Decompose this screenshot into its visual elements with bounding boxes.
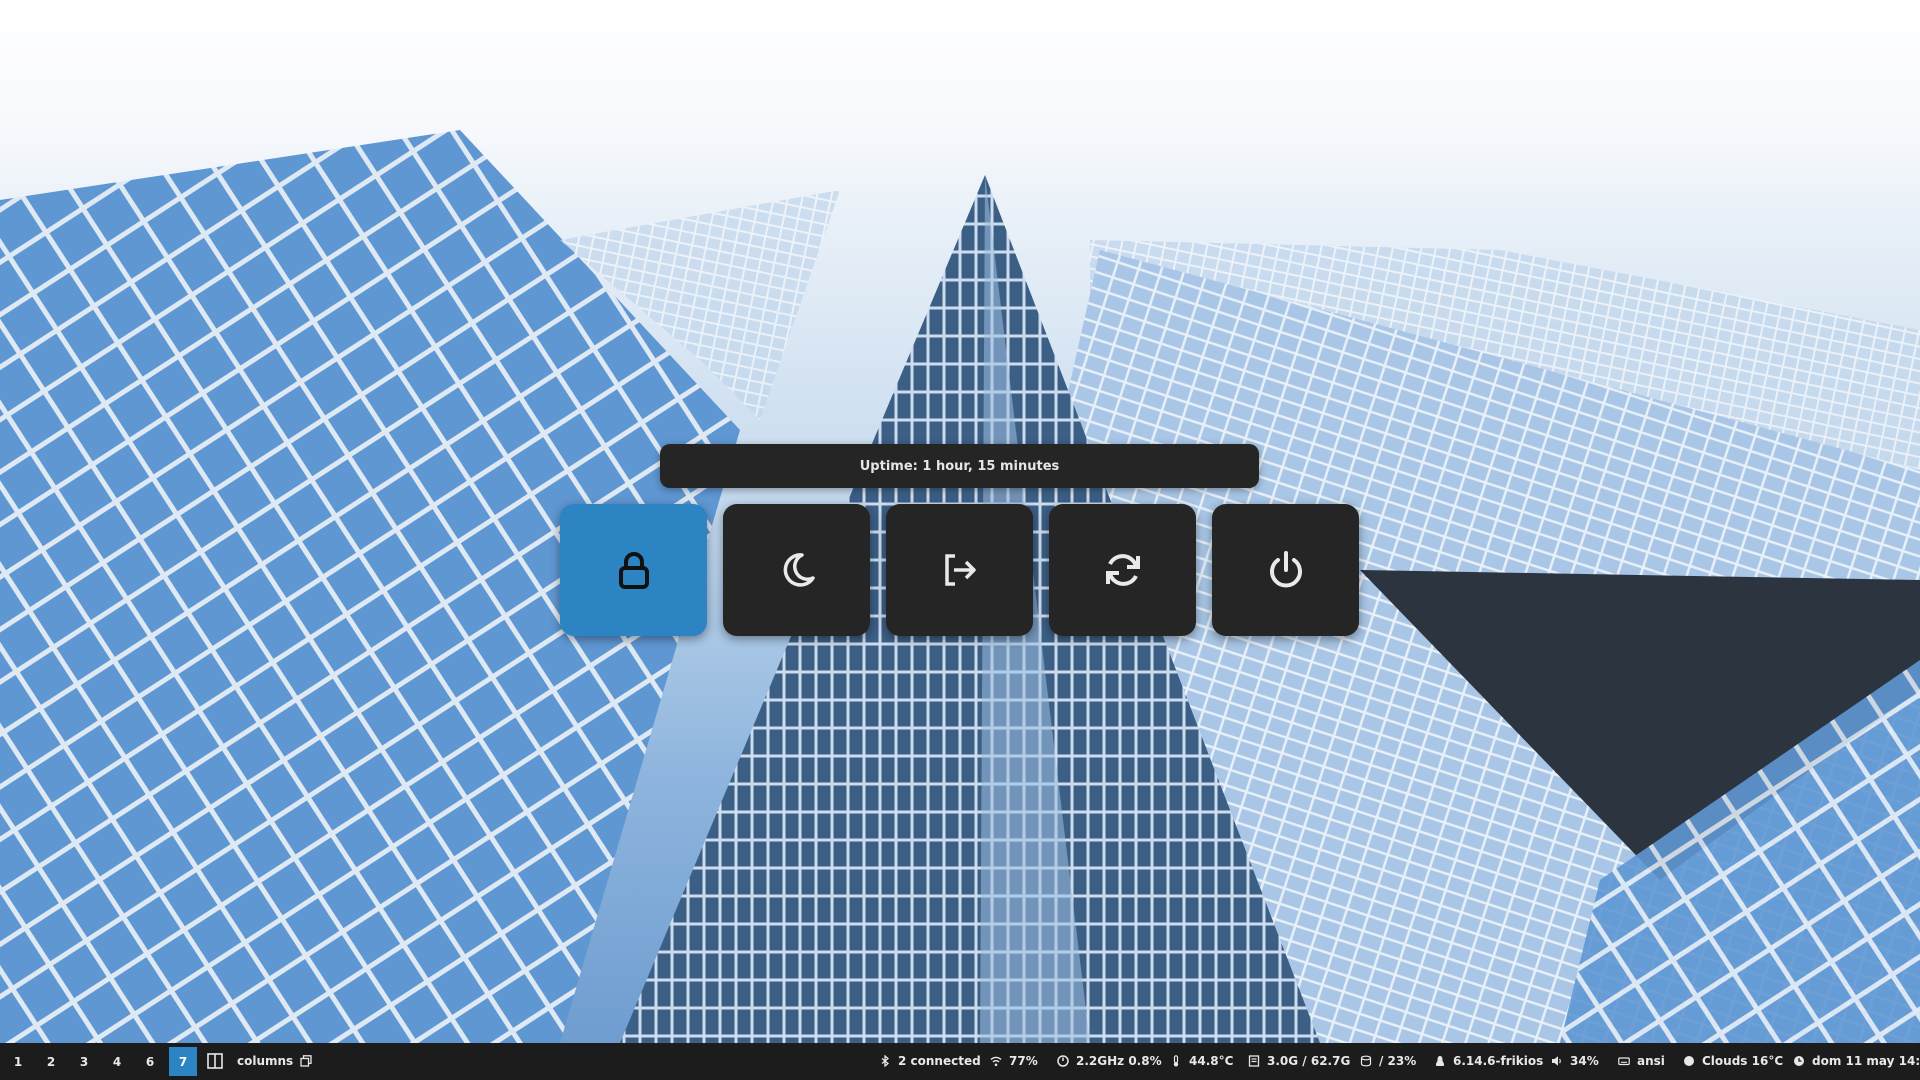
weather-module[interactable]: Clouds 16°C xyxy=(1683,1054,1783,1068)
keyboard-icon xyxy=(1618,1057,1630,1066)
power-actions xyxy=(560,504,1360,636)
disk-icon xyxy=(1360,1055,1372,1067)
thermometer-icon xyxy=(1173,1055,1179,1067)
suspend-button[interactable] xyxy=(723,504,870,636)
kernel-module: 6.14.6-frikios xyxy=(1434,1054,1543,1068)
linux-icon xyxy=(1435,1056,1445,1066)
cpu-text: 2.2GHz 0.8% xyxy=(1076,1054,1162,1068)
volume-text: 34% xyxy=(1570,1054,1599,1068)
bluetooth-module[interactable]: 2 connected xyxy=(879,1054,981,1068)
workspace-button[interactable]: 2 xyxy=(37,1047,65,1076)
wifi-icon xyxy=(990,1056,1002,1067)
speaker-icon xyxy=(1552,1056,1561,1066)
workspace-button[interactable]: 1 xyxy=(4,1047,32,1076)
logout-button[interactable] xyxy=(886,504,1033,636)
cpu-icon xyxy=(1057,1055,1069,1067)
moon-icon xyxy=(783,553,815,587)
reboot-icon xyxy=(1105,554,1140,586)
shutdown-button[interactable] xyxy=(1212,504,1359,636)
windows-stack-icon[interactable] xyxy=(300,1055,312,1067)
clock-text: dom 11 may 14:59 xyxy=(1812,1054,1920,1068)
workspace-button[interactable]: 4 xyxy=(103,1047,131,1076)
keyboard-module[interactable]: ansi xyxy=(1618,1054,1665,1068)
lock-button[interactable] xyxy=(560,504,707,636)
memory-module[interactable]: 3.0G / 62.7G xyxy=(1248,1054,1350,1068)
workspace-button[interactable]: 6 xyxy=(136,1047,164,1076)
temperature-module[interactable]: 44.8°C xyxy=(1170,1054,1233,1068)
uptime-label: Uptime: 1 hour, 15 minutes xyxy=(660,444,1259,488)
bluetooth-text: 2 connected xyxy=(898,1054,981,1068)
disk-module[interactable]: / 23% xyxy=(1360,1054,1416,1068)
network-module[interactable]: 77% xyxy=(990,1054,1038,1068)
disk-text: / 23% xyxy=(1379,1054,1417,1068)
workspace-button-active[interactable]: 7 xyxy=(169,1047,197,1076)
clock-module[interactable]: dom 11 may 14:59 xyxy=(1793,1054,1920,1068)
memory-icon xyxy=(1248,1055,1260,1067)
temperature-text: 44.8°C xyxy=(1189,1054,1234,1068)
kernel-text: 6.14.6-frikios xyxy=(1453,1054,1544,1068)
weather-text: Clouds 16°C xyxy=(1702,1054,1784,1068)
workspace-button[interactable]: 3 xyxy=(70,1047,98,1076)
volume-module[interactable]: 34% xyxy=(1551,1054,1599,1068)
status-bar: 1 2 3 4 6 7 columns 2 connected 77% 2.2G… xyxy=(0,1043,1920,1080)
memory-text: 3.0G / 62.7G xyxy=(1267,1054,1351,1068)
layout-label[interactable]: columns xyxy=(237,1054,293,1068)
network-text: 77% xyxy=(1009,1054,1038,1068)
lock-icon xyxy=(618,552,649,589)
reboot-button[interactable] xyxy=(1049,504,1196,636)
clock-icon xyxy=(1794,1056,1804,1066)
keyboard-text: ansi xyxy=(1637,1054,1665,1068)
columns-layout-icon[interactable] xyxy=(207,1053,223,1069)
power-icon xyxy=(1269,551,1302,588)
bluetooth-icon xyxy=(881,1055,890,1067)
logout-icon xyxy=(944,554,976,586)
cpu-module[interactable]: 2.2GHz 0.8% xyxy=(1057,1054,1162,1068)
weather-icon xyxy=(1684,1056,1694,1066)
